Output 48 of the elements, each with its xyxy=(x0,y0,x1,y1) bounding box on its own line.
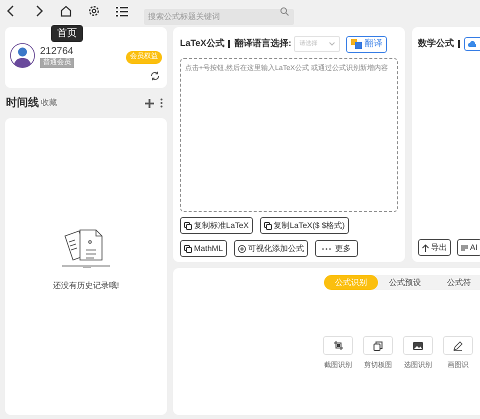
copy-icon xyxy=(264,222,272,230)
math-panel-title: 数学公式 xyxy=(418,37,454,50)
back-icon[interactable] xyxy=(6,5,16,17)
copy-icon xyxy=(184,244,192,252)
latex-panel-title: LaTeX公式 xyxy=(180,37,224,50)
favorites-tab[interactable]: 收藏 xyxy=(41,97,57,109)
search-field[interactable]: 搜索公式标题关键词 xyxy=(144,8,294,24)
export-button[interactable]: 导出 xyxy=(418,239,451,256)
tab[interactable]: 公式符 xyxy=(432,275,480,290)
image-icon xyxy=(413,342,423,350)
copy-icon xyxy=(184,222,192,230)
chevron-down-icon xyxy=(329,42,336,46)
empty-history-message: 还没有历史记录哦! xyxy=(52,280,120,292)
tool-button[interactable] xyxy=(403,336,433,355)
add-icon[interactable] xyxy=(145,98,154,108)
more-button[interactable]: 更多 xyxy=(314,240,358,257)
settings-icon[interactable] xyxy=(88,5,100,17)
add-circle-icon xyxy=(238,244,246,252)
pencil-icon xyxy=(453,340,463,350)
lines-icon xyxy=(461,244,468,250)
tool-button[interactable] xyxy=(443,336,473,355)
translate-button[interactable]: 翻译 xyxy=(346,36,388,52)
tab[interactable]: 公式预设 xyxy=(378,275,432,290)
refresh-icon[interactable] xyxy=(150,71,160,81)
tool-button[interactable] xyxy=(323,336,353,355)
ai-button[interactable]: AI xyxy=(457,239,480,256)
tooltip: 首页 xyxy=(51,25,83,42)
home-icon[interactable] xyxy=(60,5,72,17)
language-label: 翻译语言选择: xyxy=(234,37,292,50)
timeline-title: 时间线 xyxy=(6,96,39,111)
tool-button[interactable] xyxy=(363,336,393,355)
user-id: 212764 xyxy=(40,45,74,58)
empty-documents-drawing xyxy=(61,228,111,268)
cloud-button[interactable] xyxy=(464,37,480,51)
search-icon[interactable] xyxy=(280,7,289,16)
list-icon[interactable] xyxy=(116,6,128,16)
forward-icon[interactable] xyxy=(34,5,44,17)
copy-button[interactable]: 复制LaTeX($ $格式) xyxy=(260,217,349,234)
translate-icon xyxy=(351,39,362,49)
copy-icon xyxy=(373,340,383,350)
copy-button[interactable]: MathML xyxy=(180,240,227,257)
more-icon[interactable] xyxy=(160,98,163,108)
add-formula-button[interactable]: 可视化添加公式 xyxy=(234,240,308,257)
copy-button[interactable]: 复制标准LaTeX xyxy=(180,217,253,234)
avatar-icon[interactable] xyxy=(10,43,35,68)
arrow-up-icon xyxy=(422,244,429,252)
cloud-icon xyxy=(468,41,476,47)
crop-icon xyxy=(334,341,342,350)
